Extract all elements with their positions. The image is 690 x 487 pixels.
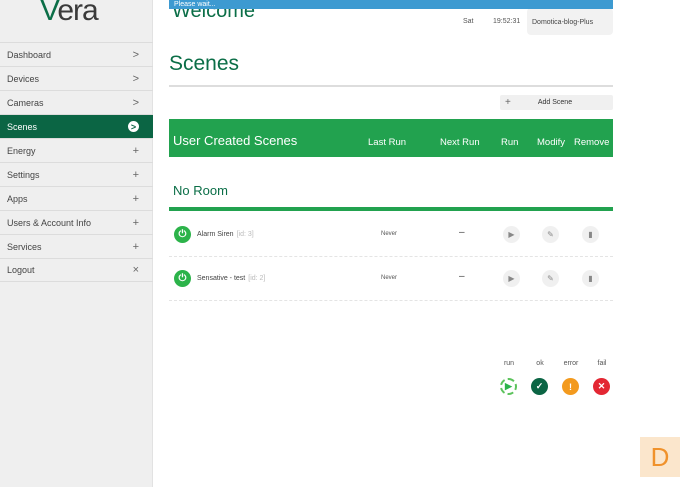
room-title: No Room <box>173 183 228 198</box>
legend-fail-label: fail <box>597 360 607 367</box>
scene-id: [id: 3] <box>236 231 254 238</box>
scenes-table-header: User Created Scenes Last Run Next Run Ru… <box>169 119 613 157</box>
sidebar-item-energy[interactable]: Energy + <box>0 138 153 162</box>
legend-ok-label: ok <box>536 360 544 367</box>
clock: 19:52:31 <box>493 18 521 25</box>
label: Users & Account Info <box>7 217 92 228</box>
label: Settings <box>7 169 40 180</box>
label: Add Scene <box>537 99 573 106</box>
sidebar-item-scenes[interactable]: Scenes > <box>0 114 153 138</box>
status-bar: Please wait... <box>169 0 613 9</box>
add-scene-button[interactable]: + Add Scene <box>500 95 613 110</box>
name: Sensative - test <box>197 275 246 282</box>
sidebar-item-logout[interactable]: Logout × <box>0 258 153 282</box>
scene-id: [id: 2] <box>248 275 266 282</box>
check-icon: ✓ <box>531 378 548 395</box>
name: Alarm Siren <box>197 231 234 238</box>
legend-error-label: error <box>563 360 579 367</box>
scene-name: Alarm Siren [id: 3] <box>197 231 254 238</box>
sidebar-item-users[interactable]: Users & Account Info + <box>0 210 153 234</box>
col-modify: Modify <box>537 137 565 148</box>
label: Devices <box>7 73 40 84</box>
label: Apps <box>7 193 28 204</box>
legend-run-label: run <box>503 360 515 367</box>
run-button[interactable]: ▶ <box>503 270 520 287</box>
error-x-icon: ✕ <box>593 378 610 395</box>
page-title: Scenes <box>169 52 240 75</box>
vera-logo: Vera <box>40 0 99 27</box>
next-run: – <box>459 227 465 238</box>
sidebar: Vera Dashboard > Devices > Cameras > Scenes… <box>0 0 153 487</box>
sidebar-item-devices[interactable]: Devices > <box>0 66 153 90</box>
label: Services <box>7 241 42 252</box>
trash-icon[interactable]: ▮ <box>582 270 599 287</box>
sidebar-item-apps[interactable]: Apps + <box>0 186 153 210</box>
run-button[interactable]: ▶ <box>503 226 520 243</box>
table-row: ⏻ Alarm Siren [id: 3] Never – ▶ ✎ ▮ <box>169 213 613 257</box>
room-divider <box>169 207 613 211</box>
chevron-right-icon: > <box>132 48 139 61</box>
edit-icon[interactable]: ✎ <box>542 270 559 287</box>
plus-icon: + <box>132 168 139 181</box>
label: Logout <box>7 265 35 275</box>
col-next-run: Next Run <box>440 137 480 148</box>
nav: Dashboard > Devices > Cameras > Scenes > Ene… <box>0 42 153 282</box>
sidebar-item-dashboard[interactable]: Dashboard > <box>0 42 153 66</box>
sidebar-item-cameras[interactable]: Cameras > <box>0 90 153 114</box>
plus-icon: + <box>505 97 511 108</box>
sidebar-item-services[interactable]: Services + <box>0 234 153 258</box>
running-icon: ▶ <box>500 378 517 395</box>
chevron-right-icon: > <box>128 121 139 132</box>
edit-icon[interactable]: ✎ <box>542 226 559 243</box>
power-icon[interactable]: ⏻ <box>174 226 191 243</box>
label: Energy <box>7 145 36 156</box>
table-row: ⏻ Sensative - test [id: 2] Never – ▶ ✎ ▮ <box>169 257 613 301</box>
corner-badge[interactable]: D <box>640 437 680 477</box>
plus-icon: + <box>132 144 139 157</box>
close-icon: × <box>132 264 139 276</box>
col-run: Run <box>501 137 519 148</box>
warning-icon: ! <box>562 378 579 395</box>
last-run: Never <box>381 275 398 281</box>
col-remove: Remove <box>574 137 610 148</box>
last-run: Never <box>381 231 398 237</box>
power-icon[interactable]: ⏻ <box>174 270 191 287</box>
scene-name: Sensative - test [id: 2] <box>197 275 265 282</box>
plus-icon: + <box>132 240 139 253</box>
table-title: User Created Scenes <box>173 133 298 148</box>
label: Cameras <box>7 97 44 108</box>
plus-icon: + <box>132 192 139 205</box>
label: Dashboard <box>7 49 52 60</box>
user-menu[interactable]: Domotica-blog-Plus <box>527 8 613 35</box>
trash-icon[interactable]: ▮ <box>582 226 599 243</box>
chevron-right-icon: > <box>132 96 139 109</box>
day: Sat <box>463 18 474 25</box>
plus-icon: + <box>132 216 139 229</box>
divider <box>169 85 613 87</box>
label: Scenes <box>7 121 38 132</box>
next-run: – <box>459 271 465 282</box>
chevron-right-icon: > <box>132 72 139 85</box>
sidebar-item-settings[interactable]: Settings + <box>0 162 153 186</box>
col-last-run: Last Run <box>368 137 407 148</box>
